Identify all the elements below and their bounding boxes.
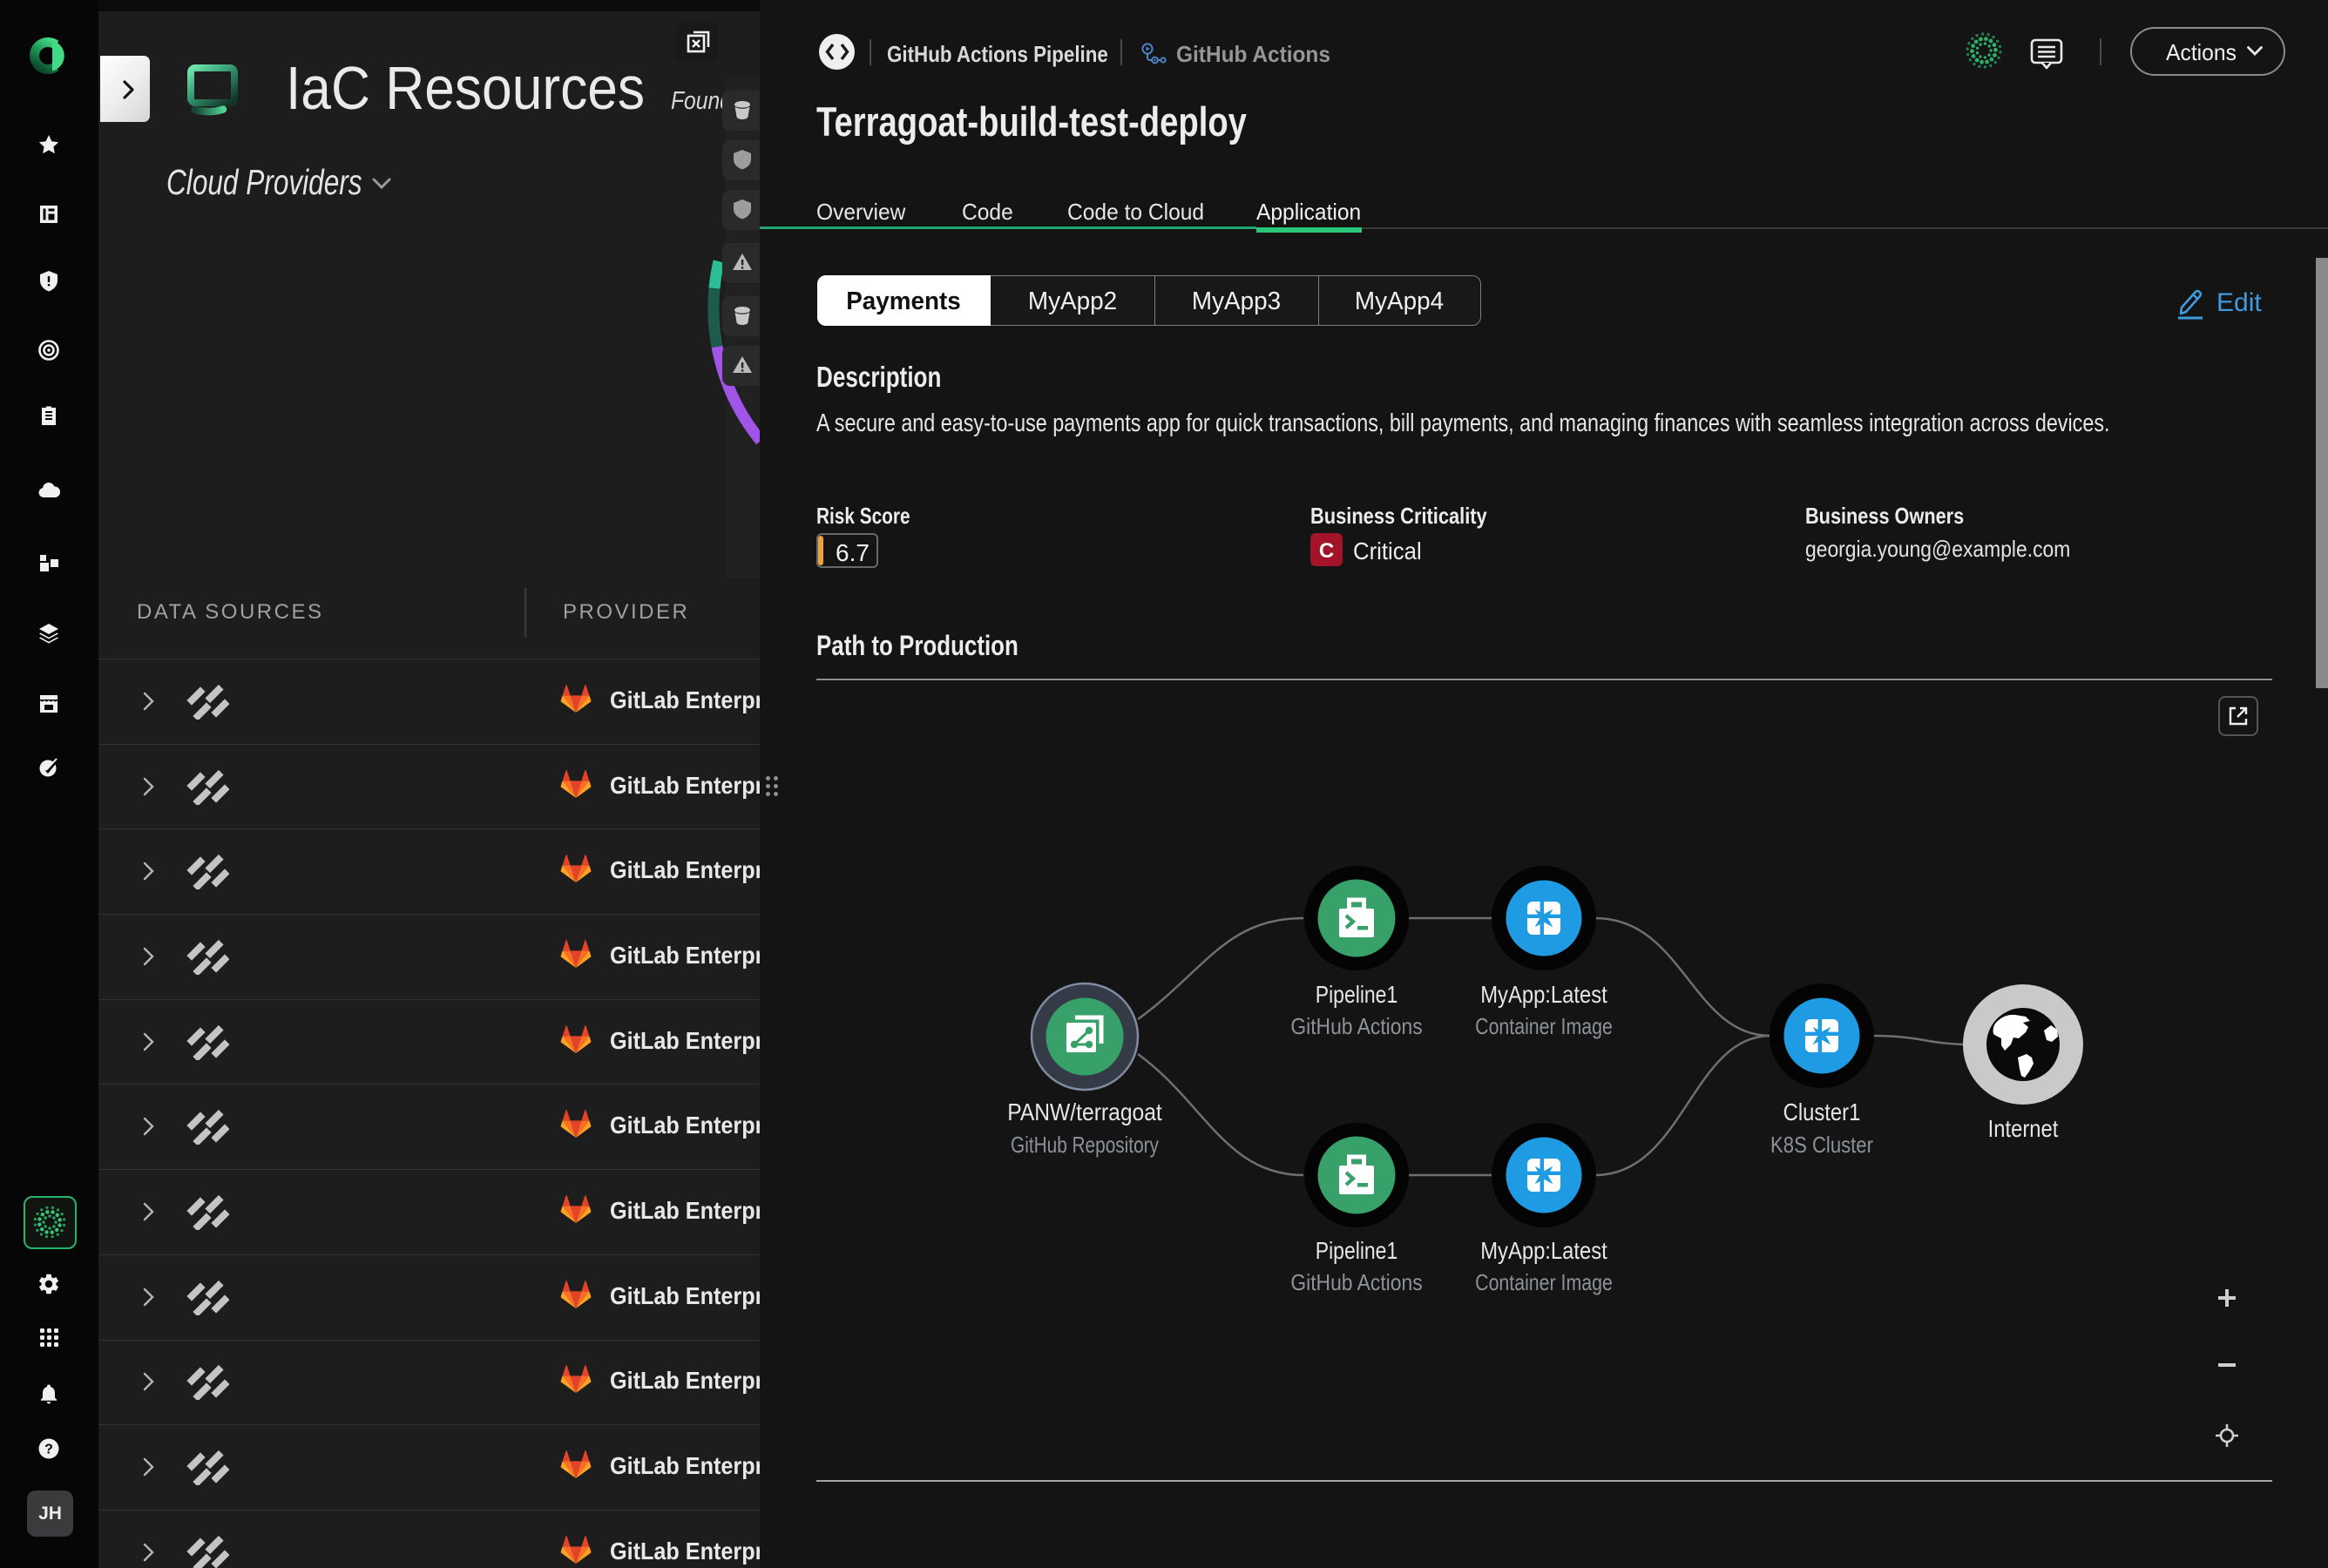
svg-text:?: ?	[44, 1443, 53, 1457]
